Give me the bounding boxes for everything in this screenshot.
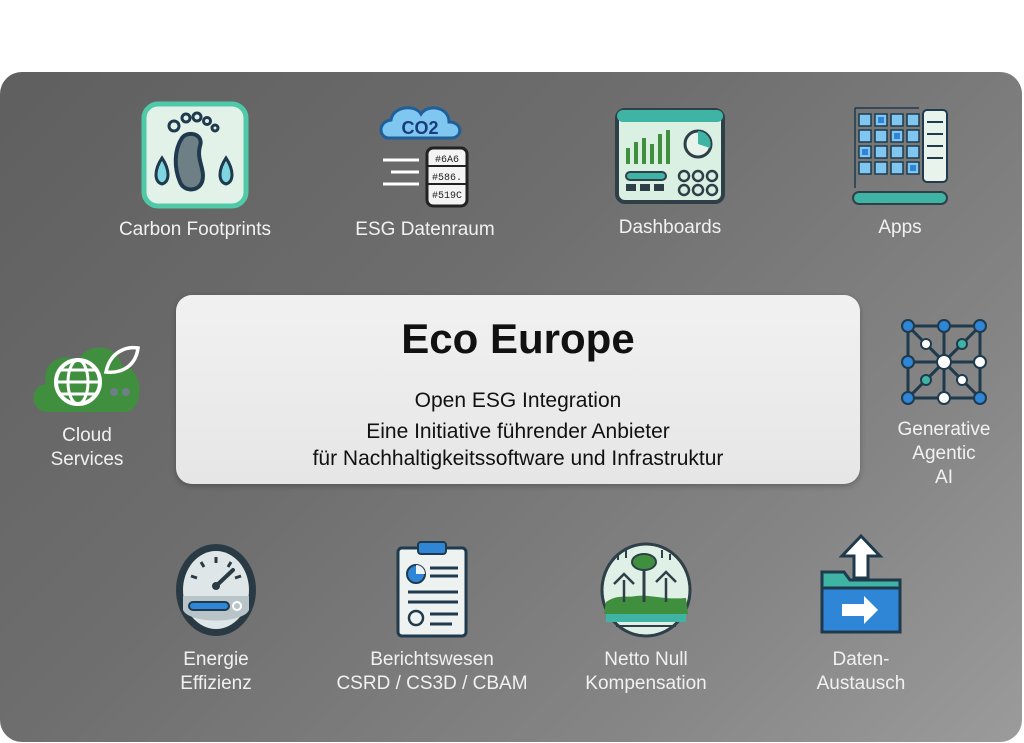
- co2-database-icon: CO2 #6A6 #586. #519C: [379, 106, 469, 208]
- tile-label: Energie Effizienz: [180, 649, 252, 694]
- tile-label: ESG Datenraum: [355, 219, 495, 240]
- page-title: Eco Europe: [401, 315, 635, 362]
- network-icon: [901, 319, 987, 405]
- center-card: Eco Europe Open ESG Integration Eine Ini…: [176, 295, 860, 484]
- db-row-3: #519C: [432, 191, 462, 202]
- tile-label: Generative Agentic AI: [897, 419, 991, 488]
- db-row-1: #6A6: [435, 155, 459, 166]
- tile-cloud-services[interactable]: Cloud Services: [22, 328, 152, 472]
- tile-label: Apps: [878, 217, 922, 238]
- report-icon: [396, 541, 468, 638]
- dashboard-icon: [615, 108, 725, 204]
- forest-icon: [600, 542, 692, 638]
- tile-label: Berichtswesen CSRD / CS3D / CBAM: [336, 649, 528, 694]
- gauge-icon: [176, 544, 256, 636]
- tile-energie-effizienz[interactable]: Energie Effizienz: [150, 540, 282, 696]
- tile-daten-austausch[interactable]: Daten- Austausch: [796, 532, 926, 696]
- tile-label: Carbon Footprints: [118, 219, 272, 240]
- apps-icon: [852, 107, 948, 205]
- folder-upload-icon: [820, 533, 902, 634]
- db-row-2: #586.: [432, 173, 462, 184]
- tile-netto-null[interactable]: Netto Null Kompensation: [566, 540, 726, 696]
- footprint-icon: [141, 101, 249, 209]
- tile-label: Dashboards: [618, 217, 722, 238]
- cloud-globe-icon: [33, 345, 140, 412]
- tile-berichtswesen[interactable]: Berichtswesen CSRD / CS3D / CBAM: [322, 540, 542, 696]
- tile-apps[interactable]: Apps: [810, 100, 990, 240]
- tile-generative-ai[interactable]: Generative Agentic AI: [884, 314, 1004, 490]
- tile-esg-datenraum[interactable]: CO2 #6A6 #586. #519C ESG Datenraum: [340, 98, 510, 242]
- tile-label: Cloud Services: [50, 425, 124, 470]
- tile-label: Netto Null Kompensation: [585, 649, 707, 694]
- tile-label: Daten- Austausch: [816, 649, 906, 694]
- co2-label: CO2: [401, 118, 438, 138]
- tile-dashboards[interactable]: Dashboards: [580, 104, 760, 240]
- tile-carbon-footprints[interactable]: Carbon Footprints: [105, 100, 285, 242]
- subtitle: Open ESG Integration: [414, 389, 622, 412]
- description: Eine Initiative führender Anbieter für N…: [312, 420, 724, 470]
